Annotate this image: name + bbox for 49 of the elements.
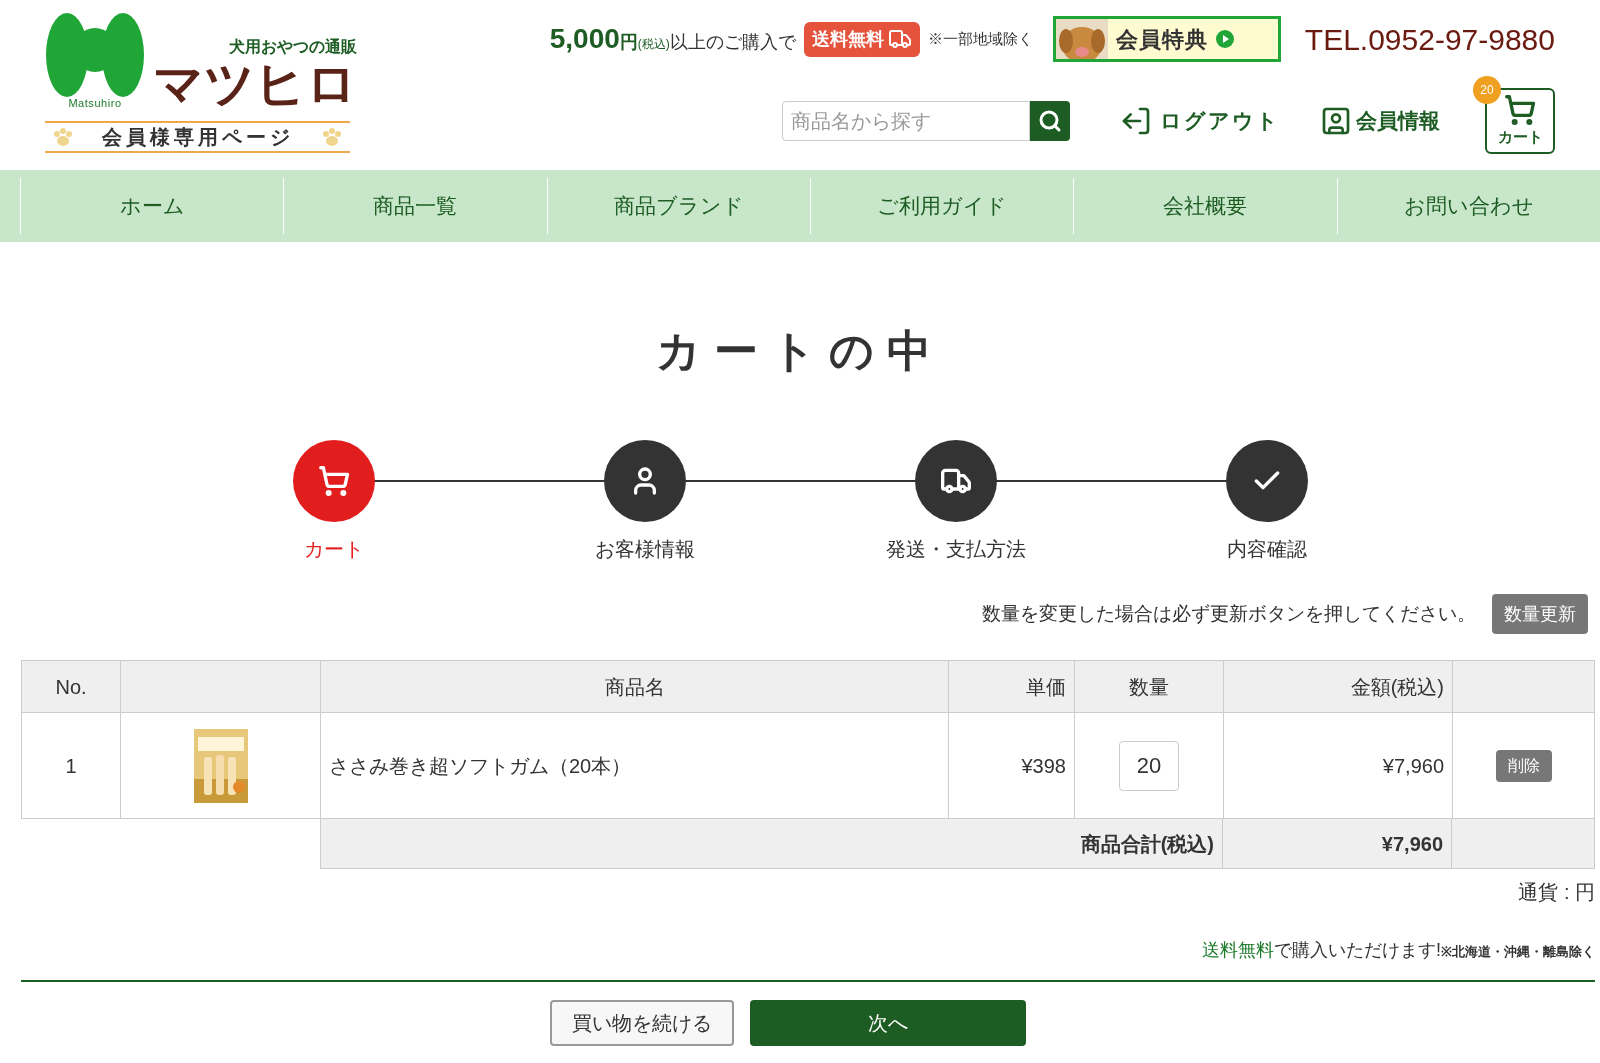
next-button[interactable]: 次へ (750, 1000, 1026, 1046)
free-shipping-badge: 送料無料 (803, 21, 920, 57)
step-label: お客様情報 (594, 537, 695, 562)
brand-roman: Matsuhiro (68, 98, 122, 109)
search-field[interactable]: 商品名から探す (781, 101, 1030, 141)
column-header: No. (22, 661, 121, 713)
paw-icon (322, 128, 342, 146)
column-header: 数量 (1075, 661, 1224, 713)
user-icon (1320, 105, 1352, 137)
logout-button[interactable]: ログアウト (1119, 105, 1280, 137)
paw-icon (53, 128, 73, 146)
search-button[interactable] (1029, 101, 1070, 141)
total-label: 商品合計(税込) (1080, 831, 1214, 857)
total-amount: ¥7,960 (1223, 819, 1452, 869)
nav-link[interactable]: 商品一覧 (283, 178, 547, 234)
delete-button[interactable]: 削除 (1495, 749, 1552, 782)
table-cell: 1 (22, 713, 121, 819)
phone-number: TEL.0952-97-9880 (1304, 21, 1555, 58)
cart-icon (317, 465, 350, 497)
column-header: 商品名 (321, 661, 949, 713)
quantity-field[interactable]: 20 (1119, 740, 1179, 791)
region-note: ※一部地域除く (927, 28, 1033, 49)
update-notice: 数量を変更した場合は必ず更新ボタンを押してください。 (982, 601, 1476, 626)
member-benefits-banner[interactable]: 会員特典 (1052, 16, 1281, 62)
tagline: 犬用おやつの通販 (229, 37, 357, 57)
nav-link[interactable]: ご利用ガイド (810, 178, 1074, 234)
logo-icon (45, 12, 145, 98)
cart-icon (1504, 93, 1536, 126)
member-page-label: 会員様専用ページ (101, 125, 294, 150)
nav-link[interactable]: ホーム (20, 178, 284, 234)
column-header: 単価 (949, 661, 1075, 713)
step-label: 発送・支払方法 (885, 537, 1026, 562)
step-label: カート (303, 537, 364, 562)
column-header: 金額(税込) (1224, 661, 1453, 713)
update-quantity-button[interactable]: 数量更新 (1492, 594, 1588, 634)
free-shipping-note: 送料無料で購入いただけます!※北海道・沖縄・離島除く (1202, 939, 1595, 962)
nav-link[interactable]: 会社概要 (1073, 178, 1337, 234)
shipping-threshold: 5,000円(税込)以上のご購入で (549, 22, 796, 56)
nav-link[interactable]: 商品ブランド (546, 178, 810, 234)
page-title: カートの中 (654, 325, 946, 377)
nav-link[interactable]: お問い合わせ (1336, 178, 1600, 234)
continue-shopping-button[interactable]: 買い物を続ける (550, 1000, 734, 1046)
cart-count-badge: 20 (1473, 76, 1501, 104)
currency-note: 通貨 : 円 (1518, 880, 1595, 905)
play-icon (1216, 30, 1235, 48)
member-info-button[interactable]: 会員情報 (1320, 105, 1440, 137)
brand-name: マツヒロ (153, 59, 357, 109)
search-icon (1037, 109, 1062, 133)
step-label: 内容確認 (1226, 537, 1307, 562)
